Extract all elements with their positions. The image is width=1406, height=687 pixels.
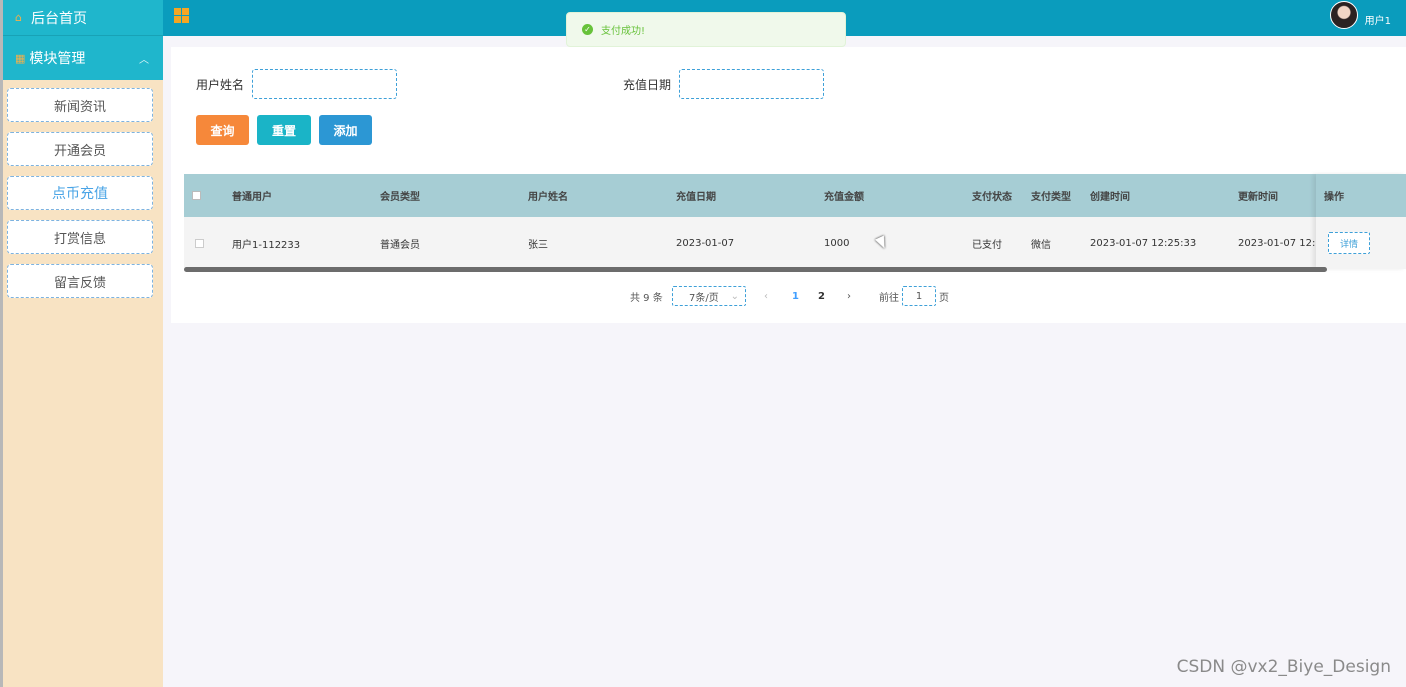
reset-button[interactable]: 重置 [257,115,311,145]
detail-button[interactable]: 详情 [1328,232,1370,254]
sidebar-item-label: 点币充值 [52,186,108,202]
column-header[interactable]: 普通用户 [232,174,272,217]
table-header: 普通用户 会员类型 用户姓名 充值日期 充值金额 支付状态 支付类型 创建时间 … [184,174,1406,217]
data-table: 普通用户 会员类型 用户姓名 充值日期 充值金额 支付状态 支付类型 创建时间 … [184,174,1406,272]
page-number[interactable]: 1 [792,286,799,306]
sidebar-item-label: 新闻资讯 [53,99,106,115]
grid-icon: ▦ [15,51,26,65]
success-toast: ✓ 支付成功! [566,12,846,47]
page-size-value: 7条/页 [689,292,719,304]
pagination-total: 共 9 条 [630,292,663,304]
table-cell: 已支付 [972,239,1002,251]
user-name[interactable]: 用户1 [1365,12,1391,27]
goto-page-input[interactable]: 1 [902,286,936,306]
column-header[interactable]: 支付状态 [972,174,1012,217]
pagination: 共 9 条 7条/页 ⌄ ‹ 1 2 › 前往 1 页 [171,286,1406,306]
chevron-up-icon: ︿ [139,54,149,66]
table-cell: 微信 [1031,239,1051,251]
query-button[interactable]: 查询 [196,115,249,145]
column-header[interactable]: 创建时间 [1090,174,1130,217]
add-button[interactable]: 添加 [319,115,372,145]
operation-column: 操作 详情 [1316,174,1406,269]
page-number[interactable]: 2 [818,286,825,306]
sidebar-item-news[interactable]: 新闻资讯 [7,88,153,122]
table-cell: 张三 [528,239,548,251]
column-header[interactable]: 会员类型 [380,174,420,217]
table-row[interactable]: 用户1-112233 普通会员 张三 2023-01-07 1000 已支付 微… [184,217,1406,269]
column-header[interactable]: 支付类型 [1031,174,1071,217]
horizontal-scrollbar[interactable] [184,267,1327,272]
goto-label: 前往 [879,292,899,304]
sidebar-home-label: 后台首页 [31,10,87,27]
main-card: 用户姓名 充值日期 查询 重置 添加 普通用户 会员类型 用户姓名 充值日期 充… [171,47,1406,323]
sidebar-item-membership[interactable]: 开通会员 [7,132,153,166]
table-cell: 2023-01-07 12:25:33 [1090,237,1197,249]
next-page-icon[interactable]: › [847,286,851,306]
sidebar-group-label: 模块管理 [29,51,86,67]
sidebar-item-feedback[interactable]: 留言反馈 [7,264,153,298]
table-cell: 1000 [824,237,850,249]
prev-page-icon[interactable]: ‹ [764,286,768,306]
table-cell: 用户1-112233 [232,239,301,251]
page-size-select[interactable]: 7条/页 ⌄ [672,286,746,306]
username-label: 用户姓名 [196,78,245,92]
menu-grid-icon[interactable] [174,8,189,23]
page-suffix: 页 [939,292,949,304]
table-cell: 普通会员 [380,239,420,251]
sidebar-item-label: 打赏信息 [53,231,106,247]
toast-message: 支付成功! [601,26,646,37]
watermark: CSDN @vx2_Biye_Design [1176,657,1391,677]
column-header[interactable]: 更新时间 [1238,174,1278,217]
column-header[interactable]: 用户姓名 [528,174,568,217]
home-icon: ⌂ [15,11,22,24]
username-input[interactable] [252,69,397,99]
chevron-down-icon: ⌄ [730,290,739,302]
avatar[interactable] [1330,1,1358,29]
sidebar-home[interactable]: ⌂ 后台首页 [3,0,163,36]
column-header[interactable]: 充值金额 [824,174,864,217]
sidebar: ⌂ 后台首页 ▦ 模块管理 ︿ 新闻资讯 开通会员 点币充值 打赏信息 留言反馈 [0,0,163,687]
date-label: 充值日期 [623,78,672,92]
sidebar-group-modules[interactable]: ▦ 模块管理 ︿ [3,36,163,80]
sidebar-item-label: 留言反馈 [53,275,106,291]
row-checkbox[interactable] [195,238,204,248]
column-header: 操作 [1316,174,1406,217]
sidebar-item-label: 开通会员 [53,143,106,159]
table-cell: 2023-01-07 12: [1238,237,1316,249]
table-cell: 2023-01-07 [676,237,735,249]
column-header[interactable]: 充值日期 [676,174,716,217]
check-circle-icon: ✓ [582,24,593,35]
date-input[interactable] [679,69,824,99]
sidebar-item-reward[interactable]: 打赏信息 [7,220,153,254]
select-all-checkbox[interactable] [192,191,201,200]
sidebar-item-recharge[interactable]: 点币充值 [7,176,153,210]
